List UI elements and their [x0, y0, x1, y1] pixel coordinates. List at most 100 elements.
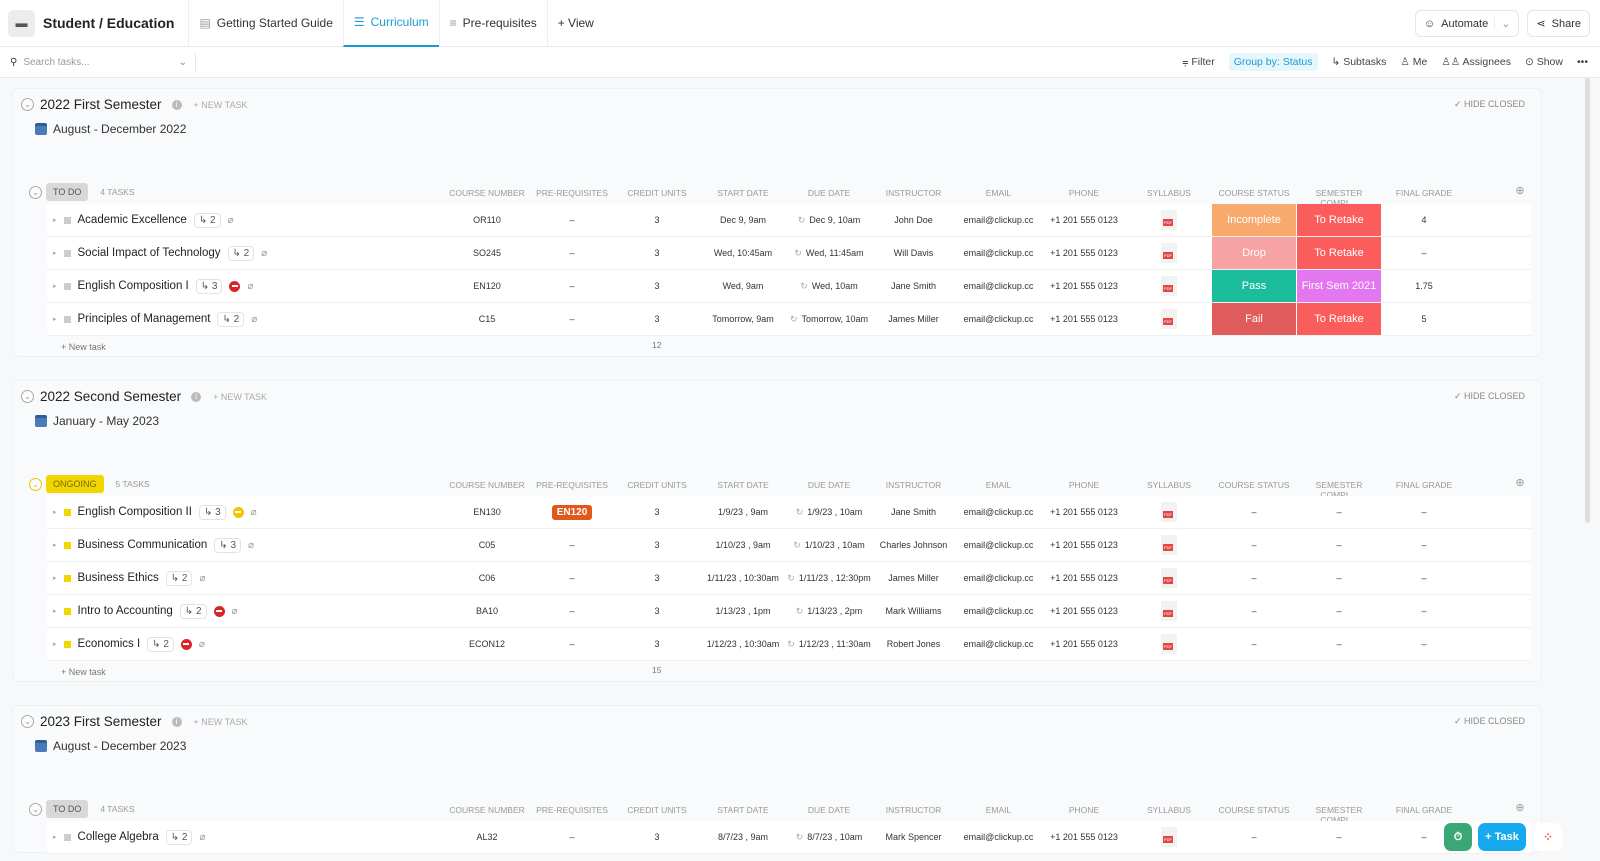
- info-icon[interactable]: i: [191, 391, 202, 402]
- subtasks-count[interactable]: ↳ 2: [165, 570, 193, 586]
- attachment-icon[interactable]: ⌀: [248, 540, 254, 551]
- pdf-file-icon[interactable]: [1161, 243, 1177, 263]
- column-header-syllabus[interactable]: SYLLABUS: [1127, 805, 1211, 815]
- tab-getting-started[interactable]: ▤ Getting Started Guide: [188, 0, 342, 47]
- task-name[interactable]: Principles of Management: [78, 313, 211, 325]
- course-status-cell[interactable]: –: [1212, 628, 1296, 660]
- column-header-instructor[interactable]: INSTRUCTOR: [872, 805, 955, 815]
- section-title[interactable]: 2023 First Semester: [40, 714, 162, 729]
- blocked-icon[interactable]: [229, 280, 241, 292]
- column-header-email[interactable]: EMAIL: [956, 480, 1041, 490]
- me-button[interactable]: ♙ Me: [1400, 56, 1427, 68]
- semester-badge[interactable]: To Retake: [1297, 204, 1381, 236]
- more-icon[interactable]: •••: [1577, 56, 1588, 68]
- column-header-syllabus[interactable]: SYLLABUS: [1127, 480, 1211, 490]
- column-header-final-grade[interactable]: FINAL GRADE: [1382, 188, 1466, 198]
- subtasks-count[interactable]: ↳ 3: [198, 504, 226, 520]
- blocked-icon[interactable]: [213, 605, 225, 617]
- task-name[interactable]: English Composition I: [78, 280, 189, 292]
- expand-icon[interactable]: ▸: [53, 607, 57, 615]
- group-by-button[interactable]: Group by: Status: [1228, 53, 1318, 71]
- attachment-icon[interactable]: ⌀: [247, 281, 253, 292]
- expand-icon[interactable]: ▸: [53, 282, 57, 290]
- table-row[interactable]: ▸ Economics I ↳ 2 ⌀ ECON12 – 3 1/12/23 , 10:30a…: [47, 628, 1531, 661]
- pdf-file-icon[interactable]: [1161, 309, 1177, 329]
- course-status-cell[interactable]: –: [1212, 562, 1296, 594]
- course-status-cell[interactable]: Incomplete: [1212, 204, 1296, 236]
- column-header-email[interactable]: EMAIL: [956, 805, 1041, 815]
- add-column-icon[interactable]: ⊕: [1512, 801, 1528, 814]
- status-square[interactable]: [63, 607, 71, 615]
- column-header-phone[interactable]: PHONE: [1042, 188, 1126, 198]
- subtasks-count[interactable]: ↳ 3: [214, 537, 242, 553]
- tab-pre-requisites[interactable]: ≡ Pre-requisites: [438, 0, 547, 47]
- subtasks-count[interactable]: ↳ 2: [227, 245, 255, 261]
- column-header-course-number[interactable]: COURSE NUMBER: [445, 188, 529, 198]
- add-column-icon[interactable]: ⊕: [1512, 184, 1528, 197]
- expand-icon[interactable]: ▸: [53, 216, 57, 224]
- column-header-course-number[interactable]: COURSE NUMBER: [445, 480, 529, 490]
- column-header-phone[interactable]: PHONE: [1042, 480, 1126, 490]
- section-title[interactable]: 2022 First Semester: [40, 97, 162, 112]
- pdf-file-icon[interactable]: [1161, 535, 1177, 555]
- status-square[interactable]: [63, 574, 71, 582]
- column-header-credit-units[interactable]: CREDIT UNITS: [615, 805, 699, 815]
- task-name[interactable]: English Composition II: [78, 506, 192, 518]
- collapse-icon[interactable]: ⌄: [21, 98, 34, 111]
- hide-closed-button[interactable]: ✓ HIDE CLOSED: [1454, 391, 1525, 402]
- new-task-link[interactable]: + New task: [61, 342, 106, 352]
- pdf-file-icon[interactable]: [1161, 634, 1177, 654]
- column-header-start-date[interactable]: START DATE: [700, 480, 786, 490]
- course-status-cell[interactable]: –: [1212, 529, 1296, 561]
- new-task-button[interactable]: + NEW TASK: [194, 717, 248, 727]
- section-title[interactable]: 2022 Second Semester: [40, 389, 181, 404]
- column-header-due-date[interactable]: DUE DATE: [787, 805, 871, 815]
- semester-badge[interactable]: To Retake: [1297, 237, 1381, 269]
- syllabus-cell[interactable]: [1127, 821, 1211, 853]
- table-row[interactable]: ▸ Academic Excellence ↳ 2 ⌀ OR110 – 3 Dec 9, 9a…: [47, 204, 1531, 237]
- semester-badge[interactable]: First Sem 2021: [1297, 270, 1381, 302]
- expand-icon[interactable]: ▸: [53, 640, 57, 648]
- semester-badge[interactable]: To Retake: [1297, 303, 1381, 335]
- task-name[interactable]: Intro to Accounting: [78, 605, 173, 617]
- semester-completed-cell[interactable]: –: [1297, 595, 1381, 627]
- table-row[interactable]: ▸ English Composition I ↳ 3 ⌀ EN120 – 3 Wed, 9a…: [47, 270, 1531, 303]
- subtasks-count[interactable]: ↳ 2: [193, 212, 221, 228]
- course-status-badge[interactable]: Fail: [1212, 303, 1296, 335]
- folder-icon[interactable]: ▬: [8, 9, 35, 37]
- subtasks-count[interactable]: ↳ 3: [195, 278, 223, 294]
- syllabus-cell[interactable]: [1127, 529, 1211, 561]
- status-badge[interactable]: TO DO: [46, 800, 89, 818]
- blocked-icon[interactable]: [232, 506, 244, 518]
- collapse-icon[interactable]: ⌄: [21, 390, 34, 403]
- tab-curriculum[interactable]: ☰ Curriculum: [342, 0, 439, 47]
- task-name[interactable]: College Algebra: [78, 831, 159, 843]
- column-header-phone[interactable]: PHONE: [1042, 805, 1126, 815]
- pdf-file-icon[interactable]: [1161, 568, 1177, 588]
- column-header-final-grade[interactable]: FINAL GRADE: [1382, 805, 1466, 815]
- show-button[interactable]: ⊙ Show: [1525, 56, 1563, 68]
- add-view-button[interactable]: + View: [546, 0, 604, 47]
- subtasks-count[interactable]: ↳ 2: [179, 603, 207, 619]
- attachment-icon[interactable]: ⌀: [199, 832, 205, 843]
- semester-completed-cell[interactable]: –: [1297, 821, 1381, 853]
- apps-icon[interactable]: ⁘: [1534, 823, 1562, 851]
- task-name[interactable]: Academic Excellence: [78, 214, 187, 226]
- table-row[interactable]: ▸ English Composition II ↳ 3 ⌀ EN130 EN120 3 1/…: [47, 496, 1531, 529]
- course-status-cell[interactable]: –: [1212, 595, 1296, 627]
- column-header-course-status[interactable]: COURSE STATUS: [1212, 805, 1296, 815]
- status-square[interactable]: [63, 282, 71, 290]
- pdf-file-icon[interactable]: [1161, 210, 1177, 230]
- chevron-down-icon[interactable]: ⌄: [179, 57, 187, 68]
- column-header-pre-requisites[interactable]: PRE-REQUISITES: [530, 188, 614, 198]
- share-button[interactable]: ⋖ Share: [1527, 10, 1590, 37]
- column-header-credit-units[interactable]: CREDIT UNITS: [615, 188, 699, 198]
- pdf-file-icon[interactable]: [1161, 276, 1177, 296]
- chevron-down-icon[interactable]: ⌄: [1494, 17, 1510, 30]
- semester-completed-cell[interactable]: To Retake: [1297, 237, 1381, 269]
- info-icon[interactable]: i: [171, 99, 182, 110]
- course-status-cell[interactable]: Pass: [1212, 270, 1296, 302]
- column-header-due-date[interactable]: DUE DATE: [787, 188, 871, 198]
- semester-completed-cell[interactable]: To Retake: [1297, 204, 1381, 236]
- course-status-badge[interactable]: Incomplete: [1212, 204, 1296, 236]
